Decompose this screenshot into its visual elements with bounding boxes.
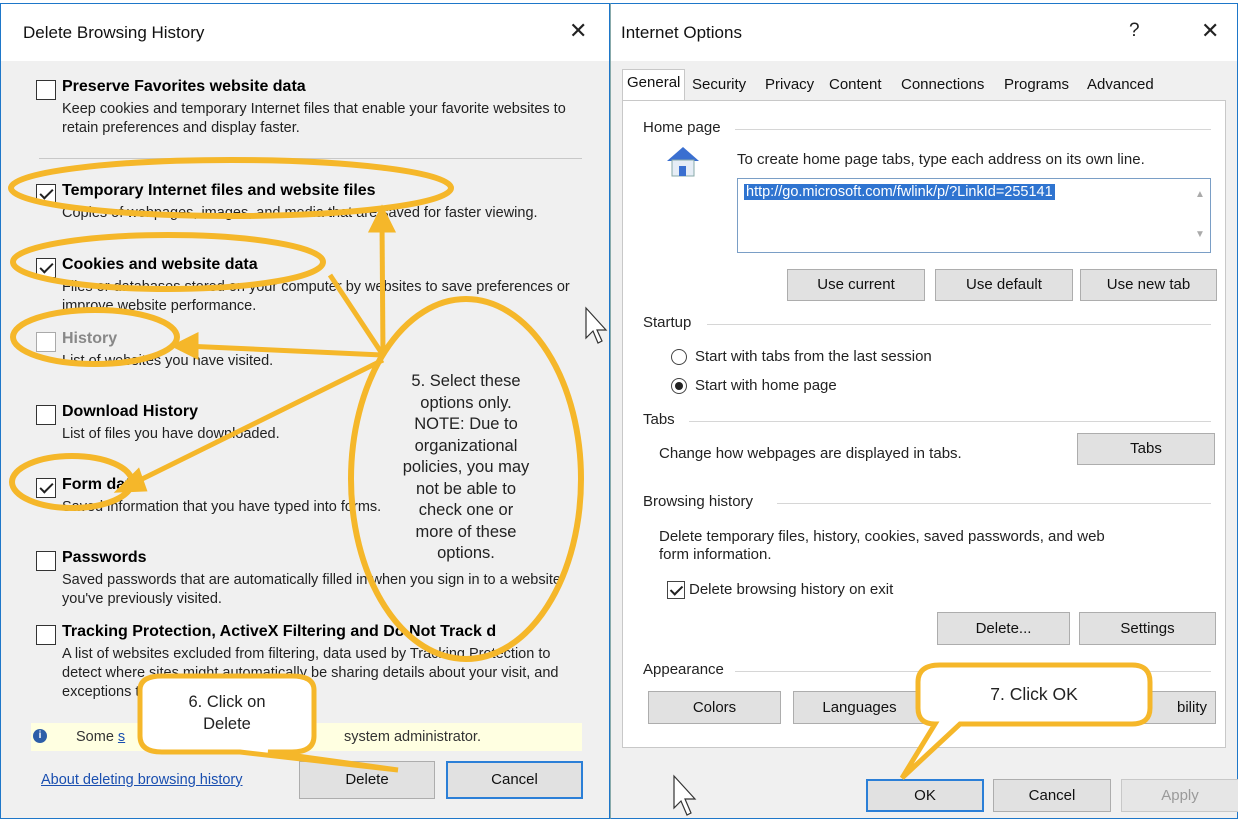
languages-button[interactable]: Languages [793, 691, 926, 724]
settings-button[interactable]: Settings [1079, 612, 1216, 645]
tab-advanced[interactable]: Advanced [1083, 72, 1158, 100]
use-new-tab-button[interactable]: Use new tab [1080, 269, 1217, 301]
step5-line: policies, you may [402, 458, 530, 476]
left-titlebar: Delete Browsing History ✕ [1, 4, 609, 61]
option-label: Download History [62, 403, 199, 420]
appearance-label: Appearance [643, 661, 724, 678]
option-label: Temporary Internet files and website fil… [62, 182, 376, 199]
step5-line: check one or [418, 501, 514, 519]
cancel-button[interactable]: Cancel [446, 761, 583, 799]
radio-home-page[interactable] [671, 378, 687, 394]
step6-annotation-text: 6. Click on Delete [140, 692, 314, 735]
right-dialog-title: Internet Options [621, 23, 742, 42]
tab-security[interactable]: Security [688, 72, 750, 100]
step5-line: 5. Select these [411, 372, 521, 390]
checkbox[interactable] [36, 405, 56, 425]
step5-line: more of these [415, 522, 517, 541]
option-label: Cookies and website data [62, 256, 258, 273]
about-deleting-link[interactable]: About deleting browsing history [41, 772, 243, 788]
colors-button[interactable]: Colors [648, 691, 781, 724]
browsing-history-text-1: Delete temporary files, history, cookies… [659, 528, 1105, 545]
step6-line: Delete [203, 714, 251, 733]
browsing-history-text-2: form information. [659, 546, 772, 563]
startup-label: Startup [643, 314, 692, 331]
info-text-prefix: Some s [76, 729, 126, 745]
step5-line: not be able to [416, 479, 516, 498]
home-page-hint: To create home page tabs, type each addr… [737, 151, 1145, 168]
option-description: Saved passwords that are automatically f… [62, 572, 561, 607]
step6-line: 6. Click on [188, 693, 266, 711]
checkbox-checked[interactable] [36, 258, 56, 278]
checkbox-disabled[interactable] [36, 332, 56, 352]
tabs-description: Change how webpages are displayed in tab… [659, 445, 962, 462]
tab-content[interactable]: Content [825, 72, 886, 100]
home-page-url-field[interactable]: http://go.microsoft.com/fwlink/p/?LinkId… [737, 178, 1211, 253]
step5-line: options only. [420, 393, 512, 412]
option-description: List of websites you have visited. [62, 353, 274, 369]
general-panel: Home page To create home page tabs, type… [622, 100, 1226, 748]
home-icon [667, 147, 699, 177]
tabs-button[interactable]: Tabs [1077, 433, 1215, 465]
step5-line: organizational [414, 436, 518, 455]
step5-line: NOTE: Due to [414, 415, 518, 433]
scrollbar[interactable]: ▲ ▼ [1190, 179, 1210, 252]
help-icon[interactable]: ? [1129, 16, 1140, 46]
group-divider [707, 324, 1211, 325]
close-icon[interactable]: ✕ [569, 16, 587, 46]
checkbox[interactable] [36, 80, 56, 100]
option-label: Tracking Protection, ActiveX Filtering a… [62, 623, 497, 640]
checkbox[interactable] [36, 551, 56, 571]
group-divider [689, 421, 1211, 422]
divider [39, 158, 582, 159]
option-description: Copies of webpages, images, and media th… [62, 205, 538, 221]
close-icon[interactable]: ✕ [1201, 16, 1219, 46]
home-page-url: http://go.microsoft.com/fwlink/p/?LinkId… [744, 184, 1055, 200]
checkbox-checked[interactable] [36, 478, 56, 498]
step7-annotation-text: 7. Click OK [990, 684, 1078, 704]
tabs-label: Tabs [643, 411, 675, 428]
delete-button[interactable]: Delete [299, 761, 435, 799]
radio-last-session[interactable] [671, 349, 687, 365]
apply-button[interactable]: Apply [1121, 779, 1238, 812]
startup-option-home-page: Start with home page [695, 377, 837, 394]
delete-on-exit-label: Delete browsing history on exit [689, 581, 894, 598]
browsing-history-label: Browsing history [643, 493, 754, 510]
info-text-suffix: system administrator. [344, 729, 481, 745]
delete-history-button[interactable]: Delete... [937, 612, 1070, 645]
left-dialog-title: Delete Browsing History [23, 23, 205, 42]
option-description: Keep cookies and temporary Internet file… [62, 101, 566, 136]
right-titlebar: Internet Options ? ✕ [611, 4, 1237, 61]
scroll-up-icon[interactable]: ▲ [1195, 189, 1205, 200]
checkbox[interactable] [36, 625, 56, 645]
tab-general[interactable]: General [622, 69, 686, 100]
group-divider [735, 129, 1211, 130]
option-label: Preserve Favorites website data [62, 78, 306, 95]
cancel-button[interactable]: Cancel [993, 779, 1111, 812]
delete-on-exit-checkbox[interactable] [667, 581, 685, 599]
group-divider [777, 503, 1211, 504]
tab-privacy[interactable]: Privacy [761, 72, 818, 100]
checkbox-checked[interactable] [36, 184, 56, 204]
scroll-down-icon[interactable]: ▼ [1195, 229, 1205, 240]
step5-line: options. [437, 544, 495, 562]
option-label: History [62, 330, 118, 347]
option-label: Form data [62, 476, 140, 493]
tab-programs[interactable]: Programs [1000, 72, 1073, 100]
ok-button[interactable]: OK [866, 779, 984, 812]
option-description: Files or databases stored on your comput… [62, 279, 570, 314]
option-label: Passwords [62, 549, 147, 566]
use-current-button[interactable]: Use current [787, 269, 925, 301]
tab-connections[interactable]: Connections [897, 72, 988, 100]
group-divider [735, 671, 1211, 672]
startup-option-last-session: Start with tabs from the last session [695, 348, 932, 365]
use-default-button[interactable]: Use default [935, 269, 1073, 301]
home-page-label: Home page [643, 119, 721, 136]
info-icon: i [33, 729, 47, 743]
info-link[interactable]: s [118, 729, 125, 745]
step5-annotation-text: 5. Select these options only. NOTE: Due … [366, 371, 566, 565]
